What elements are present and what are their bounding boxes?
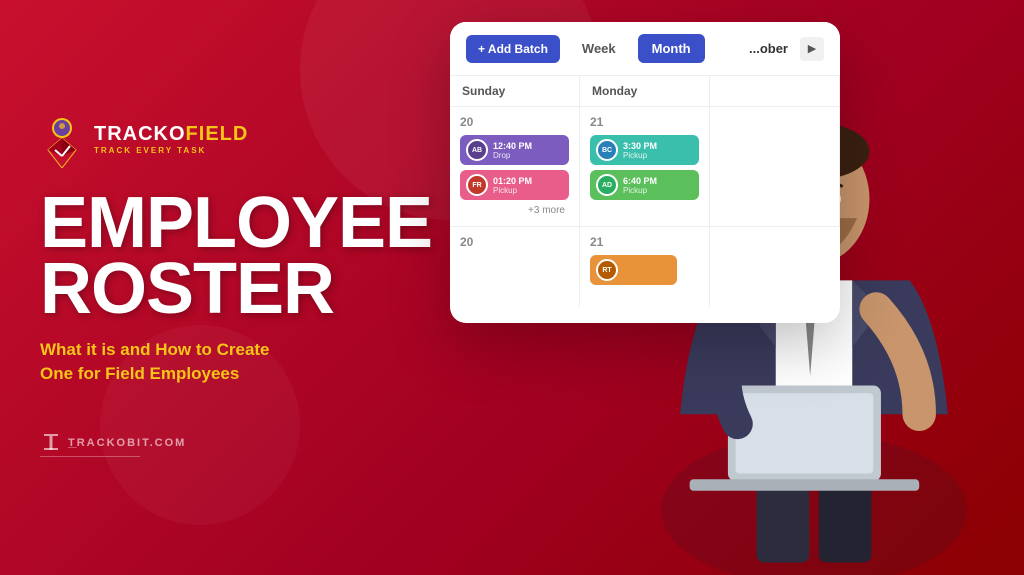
logo-area: TRACKOFIELD TRACK EVERY TASK bbox=[40, 118, 430, 162]
footer-logo-row: TRACKOBIT.COM bbox=[40, 422, 430, 457]
nav-next-arrow[interactable]: ▶ bbox=[800, 37, 824, 61]
avatar-fr: FR bbox=[466, 174, 488, 196]
cell-sunday-20-r2: 20 bbox=[450, 227, 580, 307]
calendar-grid: Sunday Monday 20 AB 12:40 PM Drop bbox=[450, 75, 840, 307]
cell-monday-21: 21 BC 3:30 PM Pickup AD 6:40 PM bbox=[580, 107, 710, 227]
event-ab-info: 12:40 PM Drop bbox=[493, 141, 532, 160]
event-ab-drop[interactable]: AB 12:40 PM Drop bbox=[460, 135, 569, 165]
more-events-label[interactable]: +3 more bbox=[460, 205, 569, 216]
footer-underline bbox=[40, 456, 140, 457]
headline-line2: ROSTER bbox=[40, 256, 430, 322]
right-section: + Add Batch Week Month ...ober ▶ Sunday … bbox=[470, 0, 1024, 575]
headline: EMPLOYEE ROSTER bbox=[40, 190, 430, 322]
avatar-bc: BC bbox=[596, 139, 618, 161]
cell-sunday-20: 20 AB 12:40 PM Drop FR 01:20 PM bbox=[450, 107, 580, 227]
day-num-20-r2: 20 bbox=[460, 235, 569, 249]
day-num-20-sun: 20 bbox=[460, 115, 569, 129]
calendar-header: + Add Batch Week Month ...ober ▶ bbox=[450, 22, 840, 75]
logo-icon bbox=[40, 118, 84, 162]
footer-logo: TRACKOBIT.COM bbox=[40, 432, 186, 454]
footer-site-label: TRACKOBIT.COM bbox=[68, 437, 186, 449]
logo-text: TRACKOFIELD TRACK EVERY TASK bbox=[94, 124, 248, 155]
avatar-ab: AB bbox=[466, 139, 488, 161]
calendar-card: + Add Batch Week Month ...ober ▶ Sunday … bbox=[450, 22, 840, 323]
left-section: TRACKOFIELD TRACK EVERY TASK EMPLOYEE RO… bbox=[0, 88, 470, 487]
logo-tagline: TRACK EVERY TASK bbox=[94, 146, 248, 155]
event-ad-pickup[interactable]: AD 6:40 PM Pickup bbox=[590, 170, 699, 200]
cell-third-col-2 bbox=[710, 227, 840, 307]
avatar-rt: RT bbox=[596, 259, 618, 281]
footer-text: RACKOBIT.COM bbox=[77, 437, 187, 449]
logo-name: TRACKOFIELD bbox=[94, 124, 248, 144]
event-fr-info: 01:20 PM Pickup bbox=[493, 176, 532, 195]
day-num-21-r2: 21 bbox=[590, 235, 699, 249]
event-bc-pickup[interactable]: BC 3:30 PM Pickup bbox=[590, 135, 699, 165]
cell-third-col-1 bbox=[710, 107, 840, 227]
event-fr-pickup[interactable]: FR 01:20 PM Pickup bbox=[460, 170, 569, 200]
avatar-ad: AD bbox=[596, 174, 618, 196]
event-bc-info: 3:30 PM Pickup bbox=[623, 141, 657, 160]
subtitle: What it is and How to CreateOne for Fiel… bbox=[40, 338, 430, 386]
header-monday: Monday bbox=[580, 76, 710, 107]
nav-month-label: ...ober bbox=[749, 41, 788, 56]
tab-month[interactable]: Month bbox=[638, 34, 705, 63]
add-batch-button[interactable]: + Add Batch bbox=[466, 35, 560, 63]
event-rt[interactable]: RT bbox=[590, 255, 677, 285]
tab-week[interactable]: Week bbox=[568, 34, 630, 63]
header-sunday: Sunday bbox=[450, 76, 580, 107]
footer-logo-icon bbox=[40, 432, 62, 454]
header-third bbox=[710, 76, 840, 107]
day-num-21-mon: 21 bbox=[590, 115, 699, 129]
event-ad-info: 6:40 PM Pickup bbox=[623, 176, 657, 195]
cell-monday-21-r2: 21 RT bbox=[580, 227, 710, 307]
headline-line1: EMPLOYEE bbox=[40, 190, 430, 256]
